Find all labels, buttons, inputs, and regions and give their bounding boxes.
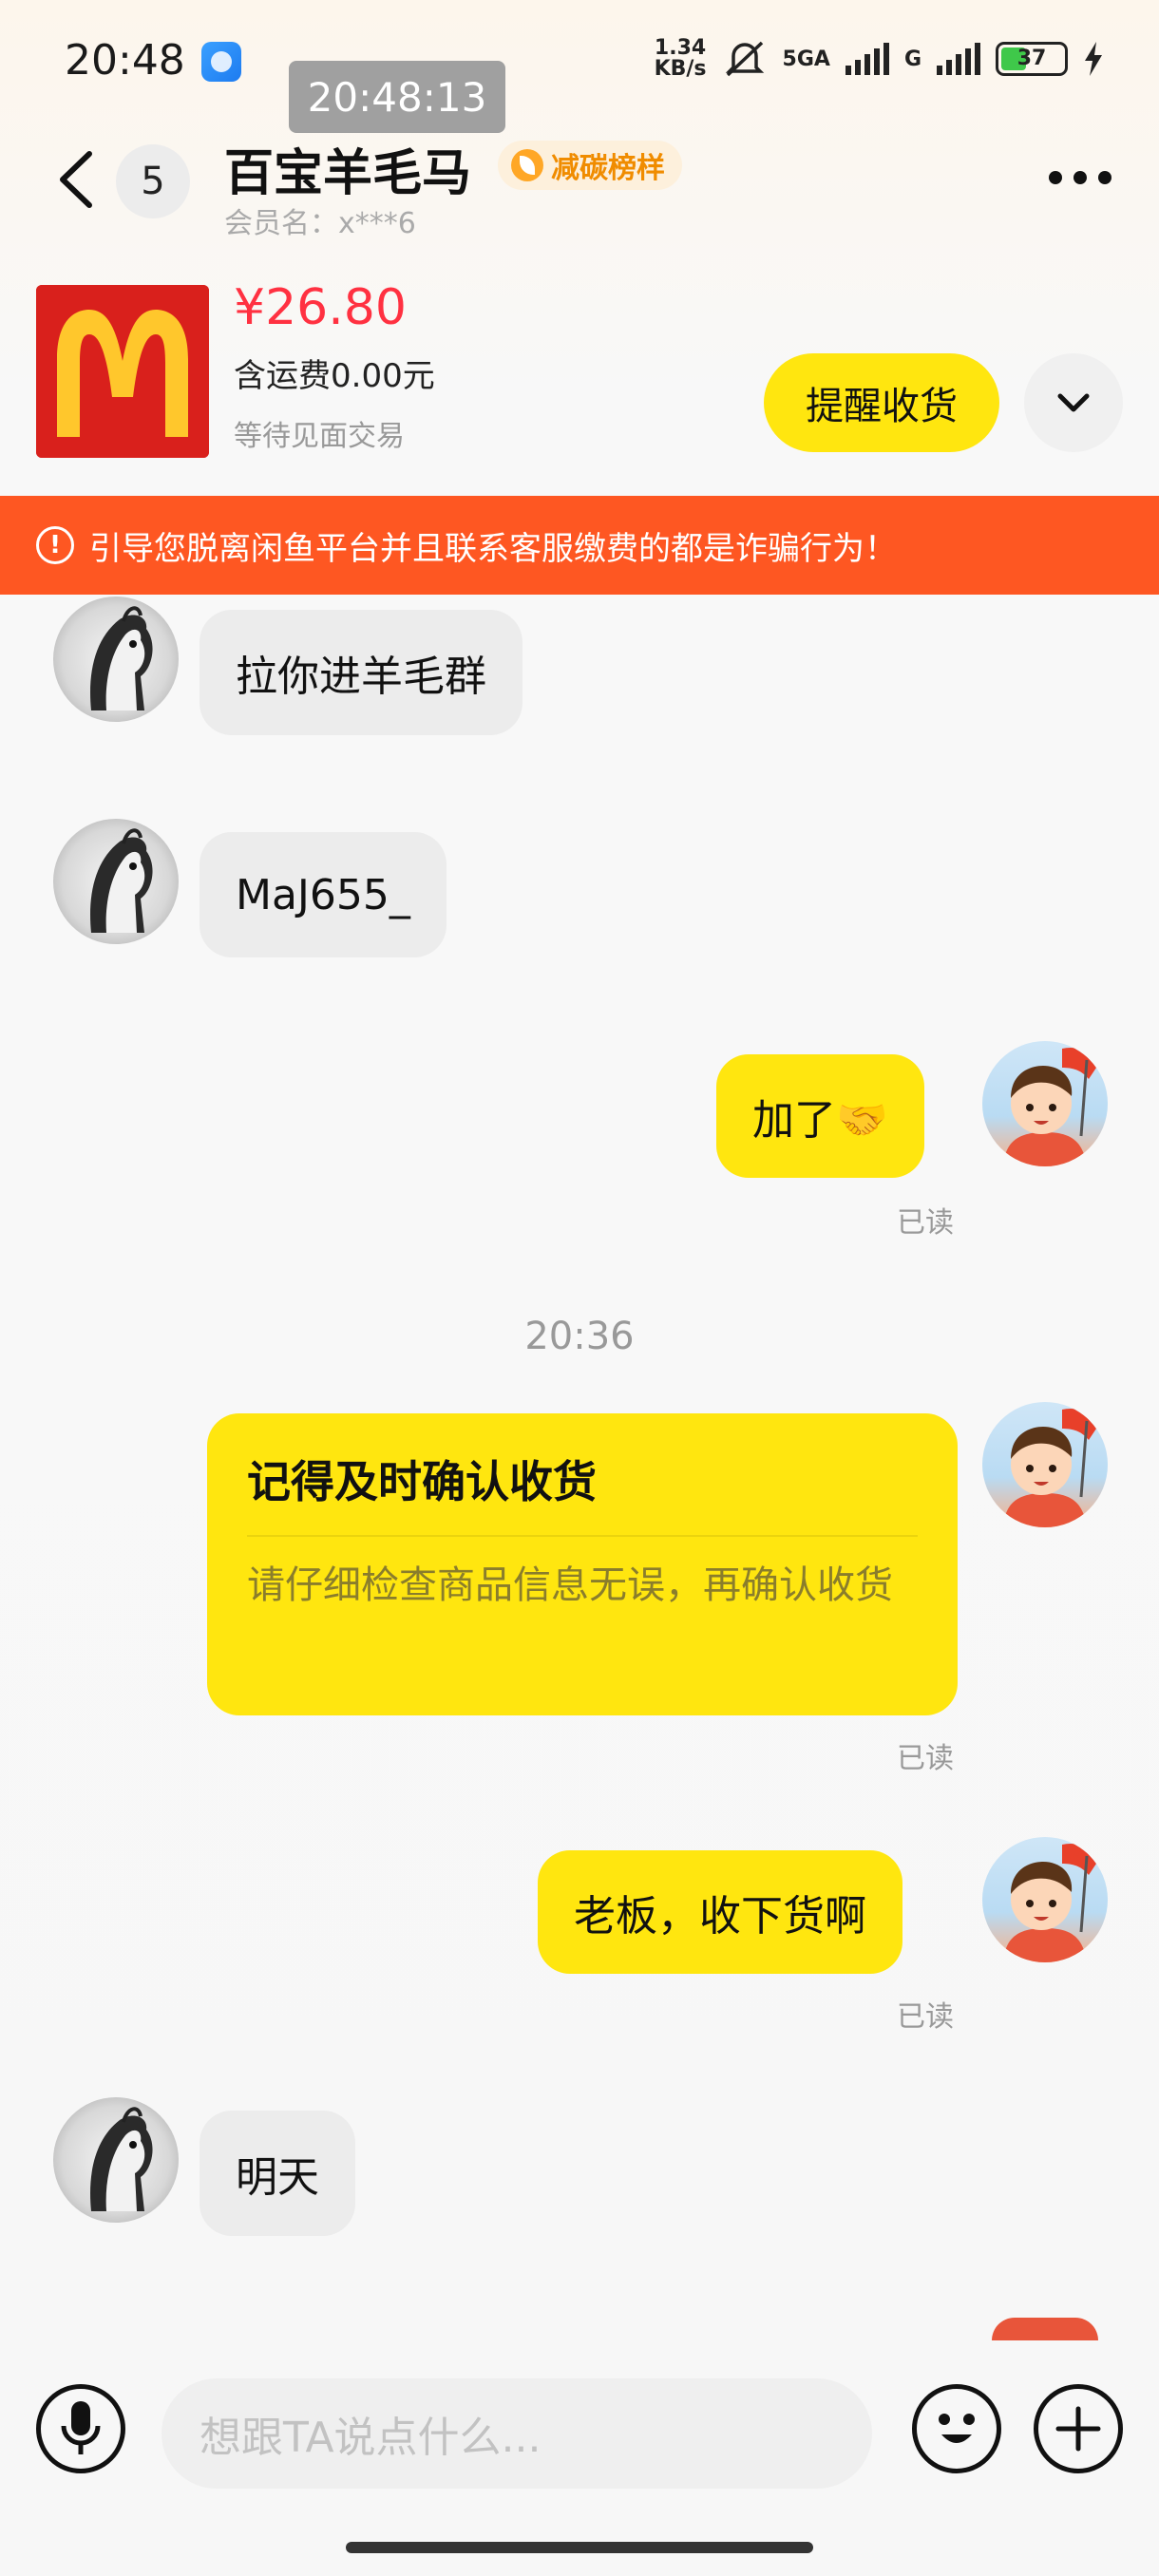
- overlay-clock: 20:48:13: [289, 61, 505, 133]
- home-indicator[interactable]: [346, 2542, 813, 2553]
- read-receipt: 已读: [897, 1206, 954, 1240]
- charging-icon: [1085, 42, 1102, 76]
- voice-button[interactable]: [36, 2384, 125, 2473]
- status-time: 20:48: [65, 36, 185, 85]
- horse-avatar-image: [90, 2107, 153, 2211]
- chevron-left-icon[interactable]: [53, 148, 101, 211]
- remind-receipt-button[interactable]: 提醒收货: [764, 353, 999, 452]
- network-5g-label: 5GA: [782, 47, 830, 71]
- net-speed: 1.34 KB/s: [654, 36, 707, 81]
- warning-text: 引导您脱离闲鱼平台并且联系客服缴费的都是诈骗行为！: [89, 529, 897, 568]
- fraud-warning-banner: ! 引导您脱离闲鱼平台并且联系客服缴费的都是诈骗行为！: [0, 496, 1159, 595]
- read-receipt: 已读: [897, 2000, 954, 2034]
- boy-avatar-image: [1003, 1047, 1100, 1166]
- avatar[interactable]: [53, 819, 179, 944]
- time-separator: 20:36: [524, 1315, 635, 1358]
- plus-button[interactable]: [1034, 2384, 1123, 2473]
- card-title: 记得及时确认收货: [247, 1456, 597, 1507]
- network-g-label: G: [903, 47, 922, 71]
- shipping-fee: 含运费0.00元: [234, 357, 435, 395]
- emoji-button[interactable]: [912, 2384, 1001, 2473]
- mcdonalds-logo: [36, 285, 209, 458]
- smile-icon: [939, 2414, 975, 2443]
- member-name: 会员名：x***6: [224, 207, 416, 240]
- chevron-down-icon: [1057, 393, 1090, 412]
- avatar[interactable]: [982, 1837, 1108, 1962]
- message-bubble[interactable]: 老板，收下货啊: [538, 1850, 902, 1974]
- battery-icon: 37: [996, 42, 1068, 76]
- deal-status: 等待见面交易: [234, 420, 405, 453]
- boy-avatar-image: [1003, 1408, 1100, 1527]
- card-body: 请仔细检查商品信息无误，再确认收货: [247, 1563, 893, 1607]
- horse-avatar-image: [90, 606, 153, 710]
- product-image[interactable]: [36, 285, 209, 458]
- confirm-receipt-card[interactable]: 记得及时确认收货 请仔细检查商品信息无误，再确认收货: [207, 1413, 958, 1715]
- chat-title: 百宝羊毛马: [224, 145, 472, 202]
- message-bubble[interactable]: MaJ655_: [200, 832, 446, 957]
- eco-badge[interactable]: 减碳榜样: [498, 141, 682, 190]
- expand-button[interactable]: [1024, 353, 1123, 452]
- microphone-icon: [61, 2401, 101, 2454]
- unread-count-badge[interactable]: 5: [116, 144, 190, 218]
- avatar[interactable]: [53, 2097, 179, 2223]
- avatar[interactable]: [982, 1041, 1108, 1166]
- avatar[interactable]: [982, 1402, 1108, 1527]
- signal-icon-2: [937, 43, 980, 75]
- mute-bell-icon: [725, 41, 764, 77]
- message-bubble[interactable]: 拉你进羊毛群: [200, 610, 522, 735]
- message-bubble[interactable]: 加了🤝: [716, 1054, 924, 1178]
- app-notification-icon: [201, 42, 241, 82]
- avatar-partial: [992, 2318, 1098, 2340]
- message-bubble[interactable]: 明天: [200, 2111, 355, 2236]
- signal-icon: [845, 43, 889, 75]
- message-input[interactable]: 想跟TA说点什么...: [162, 2378, 872, 2489]
- read-receipt: 已读: [897, 1742, 954, 1775]
- more-dots-icon[interactable]: [1049, 171, 1112, 184]
- leaf-icon: [511, 149, 543, 181]
- card-divider: [247, 1535, 918, 1537]
- product-price: ¥26.80: [234, 279, 407, 336]
- boy-avatar-image: [1003, 1843, 1100, 1962]
- plus-icon: [1055, 2406, 1101, 2452]
- exclamation-circle-icon: !: [36, 526, 74, 564]
- avatar[interactable]: [53, 597, 179, 722]
- horse-avatar-image: [90, 828, 153, 933]
- status-indicators: 1.34 KB/s 5GA G 37: [655, 38, 1104, 80]
